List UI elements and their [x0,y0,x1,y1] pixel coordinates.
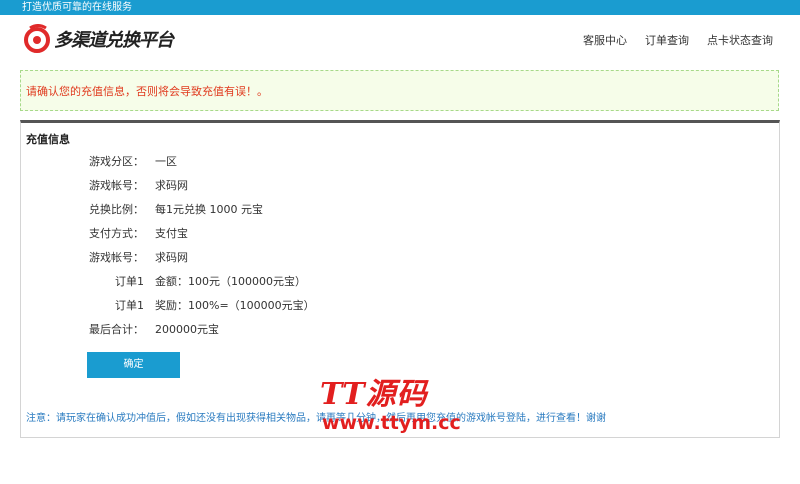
nav-order-query[interactable]: 订单查询 [645,32,689,48]
row-value: 奖励：100%=（100000元宝） [155,299,315,312]
confirm-button[interactable]: 确定 [87,352,180,378]
row-label: 订单1 [115,299,144,312]
nav-card-status-query[interactable]: 点卡状态查询 [707,32,773,48]
row-label: 支付方式： [89,227,144,240]
logo-mark-icon [24,24,50,53]
row-value: 金额：100元（100000元宝） [155,275,306,288]
slogan: 打造优质可靠的在线服务 [22,2,132,13]
row-label: 最后合计： [89,323,144,336]
row-label: 兑换比例： [89,203,144,216]
row-label: 游戏帐号： [89,179,144,192]
row-value: 200000元宝 [155,323,219,336]
recharge-info-panel: 充值信息 游戏分区： 一区 游戏帐号： 求码网 兑换比例： 每1元兑换 1000… [20,120,780,438]
top-bar: 打造优质可靠的在线服务 [0,0,800,15]
confirm-alert: 请确认您的充值信息，否则将会导致充值有误！。 [20,70,779,111]
row-value: 支付宝 [155,227,188,240]
header: 多渠道兑换平台 客服中心 订单查询 点卡状态查询 [0,15,800,62]
nav-customer-service[interactable]: 客服中心 [583,32,627,48]
row-value: 求码网 [155,179,188,192]
row-value: 一区 [155,155,177,168]
row-label: 游戏帐号： [89,251,144,264]
site-logo[interactable]: 多渠道兑换平台 [22,23,174,55]
panel-title: 充值信息 [26,133,70,146]
top-nav: 客服中心 订单查询 点卡状态查询 [583,32,773,48]
row-value: 每1元兑换 1000 元宝 [155,203,263,216]
alert-text: 请确认您的充值信息，否则将会导致充值有误！。 [26,85,268,98]
row-label: 订单1 [115,275,144,288]
row-label: 游戏分区： [89,155,144,168]
logo-text: 多渠道兑换平台 [54,30,174,51]
notice-text: 注意：请玩家在确认成功冲值后，假如还没有出现获得相关物品，请再等几分钟，然后再用… [26,413,606,424]
row-value: 求码网 [155,251,188,264]
